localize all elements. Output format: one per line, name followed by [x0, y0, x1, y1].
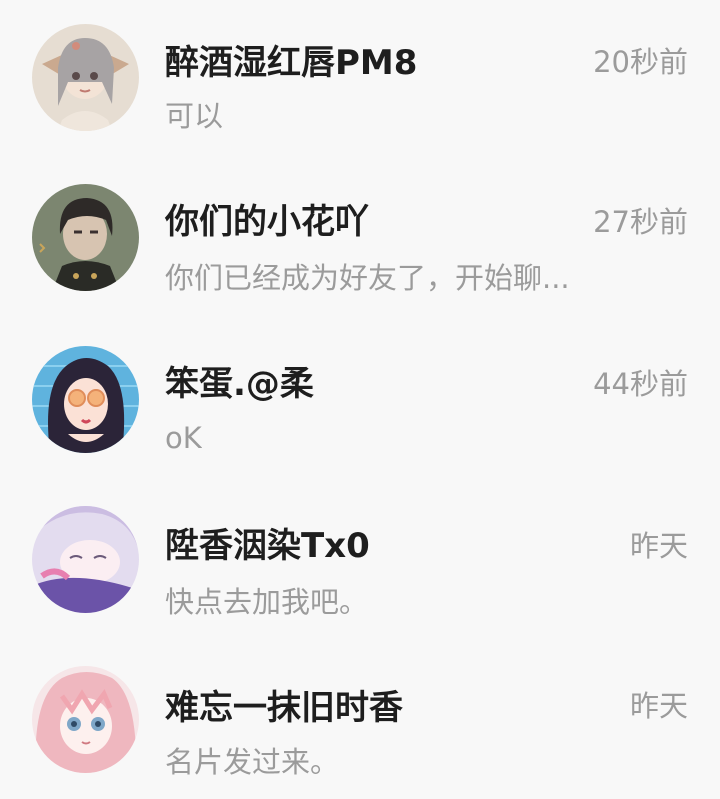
chat-list: 醉酒湿红唇PM8 20秒前 可以 你们的小花吖 27秒前 你们已经成为好友了，开…	[0, 0, 720, 799]
message-time: 20秒前	[593, 45, 688, 79]
message-preview: 快点去加我吧。	[165, 585, 369, 619]
contact-name: 笨蛋.@柔	[165, 364, 314, 404]
contact-name: 陞香洇染Tx0	[165, 526, 370, 566]
message-preview: oK	[165, 421, 202, 455]
avatar[interactable]	[32, 24, 139, 131]
avatar[interactable]	[32, 184, 139, 291]
conversation-row[interactable]: 笨蛋.@柔 44秒前 oK	[0, 324, 720, 486]
message-time: 昨天	[629, 689, 688, 723]
message-preview: 可以	[165, 99, 224, 133]
message-preview: 你们已经成为好友了，开始聊...	[165, 261, 570, 295]
contact-name: 难忘一抹旧时香	[165, 688, 403, 728]
conversation-row[interactable]: 陞香洇染Tx0 昨天 快点去加我吧。	[0, 486, 720, 648]
avatar-image	[32, 506, 139, 613]
message-preview: 名片发过来。	[165, 745, 340, 779]
conversation-row[interactable]: 醉酒湿红唇PM8 20秒前 可以	[0, 0, 720, 162]
conversation-row[interactable]: 难忘一抹旧时香 昨天 名片发过来。	[0, 648, 720, 799]
avatar[interactable]	[32, 666, 139, 773]
avatar-image	[32, 666, 139, 773]
avatar[interactable]	[32, 506, 139, 613]
avatar[interactable]	[32, 346, 139, 453]
contact-name: 醉酒湿红唇PM8	[165, 43, 418, 83]
message-time: 44秒前	[593, 367, 688, 401]
conversation-row[interactable]: 你们的小花吖 27秒前 你们已经成为好友了，开始聊...	[0, 162, 720, 324]
message-time: 27秒前	[593, 205, 688, 239]
avatar-image	[32, 184, 139, 291]
avatar-image	[32, 24, 139, 131]
contact-name: 你们的小花吖	[165, 202, 369, 242]
message-time: 昨天	[629, 529, 688, 563]
avatar-image	[32, 346, 139, 453]
